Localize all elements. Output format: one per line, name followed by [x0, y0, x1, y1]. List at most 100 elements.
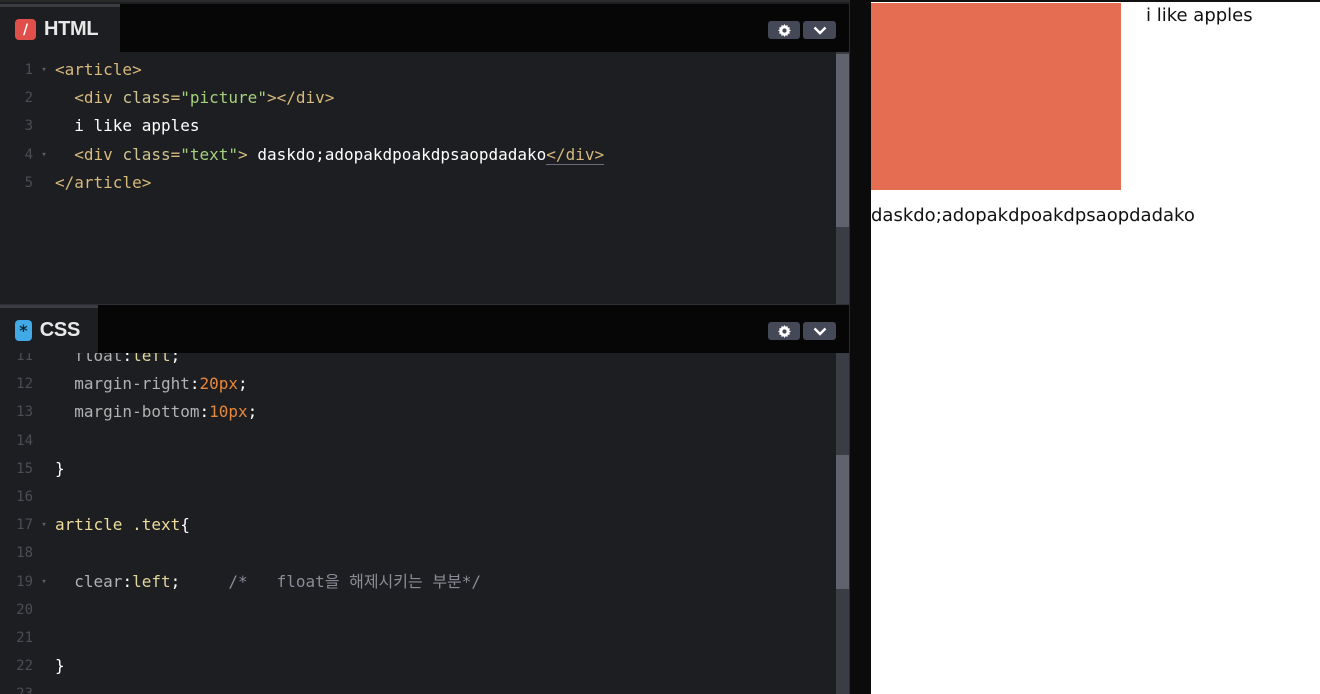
html-scrollbar-thumb[interactable] — [836, 54, 849, 227]
code-line[interactable]: 23 — [0, 680, 836, 694]
html-collapse-button[interactable] — [803, 21, 836, 39]
code-line[interactable]: 11 float:left; — [0, 353, 836, 370]
code-line[interactable]: 17 ▾ article .text{ — [0, 511, 836, 539]
css-settings-button[interactable] — [768, 322, 800, 340]
line-number: 4 — [24, 146, 33, 163]
code-line[interactable]: 22} — [0, 652, 836, 680]
code-line[interactable]: 1 ▾ <article> — [0, 56, 836, 84]
line-number: 15 — [16, 460, 33, 477]
code-line[interactable]: 14 — [0, 427, 836, 455]
code-token: 10px — [209, 402, 248, 422]
line-number: 13 — [16, 404, 33, 421]
line-number: 12 — [16, 376, 33, 393]
code-token: > — [238, 144, 258, 164]
code-line[interactable]: 21 — [0, 624, 836, 652]
chevron-down-icon — [813, 26, 826, 35]
fold-arrow-icon[interactable]: ▾ — [33, 141, 55, 169]
picture-box — [871, 3, 1121, 190]
code-line[interactable]: 20 — [0, 596, 836, 624]
css-panel-tab[interactable]: * CSS — [0, 305, 98, 353]
code-token: : — [189, 374, 200, 394]
code-token: ; — [247, 402, 258, 422]
css-code-editor[interactable]: 11 float:left; 12 margin-right:20px; 13 ma… — [0, 353, 836, 694]
code-token: daskdo;adopakdpoakdpsaopdadako — [257, 144, 547, 164]
code-text: margin-right:20px; — [55, 370, 247, 398]
chevron-down-icon — [813, 327, 826, 336]
code-line[interactable]: 15} — [0, 455, 836, 483]
line-number: 2 — [24, 90, 33, 107]
code-text: clear:left; /* float을 해제시키는 부분*/ — [55, 568, 481, 596]
resize-handle[interactable] — [849, 0, 871, 694]
code-line[interactable]: 13 margin-bottom:10px; — [0, 398, 836, 426]
css-panel-title: CSS — [39, 319, 81, 341]
code-line[interactable]: 2 <div class="picture"></div> — [0, 84, 836, 112]
html-settings-button[interactable] — [768, 21, 800, 39]
html-editor-panel: / HTML 1 ▾ <article> 2 <div class="picture"… — [0, 4, 850, 304]
html-code-editor[interactable]: 1 ▾ <article> 2 <div class="picture"></div>… — [0, 52, 836, 304]
gear-icon — [777, 23, 791, 37]
code-text: <article> — [55, 56, 142, 84]
fold-arrow-icon[interactable]: ▾ — [33, 511, 55, 539]
code-text: margin-bottom:10px; — [55, 398, 257, 426]
code-token: class — [122, 144, 171, 164]
code-line[interactable]: 18 — [0, 539, 836, 567]
preview-text-div: daskdo;adopakdpoakdpsaopdadako — [871, 205, 1195, 226]
code-text: } — [55, 652, 65, 680]
code-line[interactable]: 5 </article> — [0, 169, 836, 197]
code-text: float:left; — [55, 353, 180, 370]
line-number: 16 — [16, 488, 33, 505]
code-token: class — [122, 88, 171, 108]
html-panel-header: / HTML — [0, 4, 850, 52]
css-panel-header: * CSS — [0, 305, 850, 353]
line-number: 17 — [16, 517, 33, 534]
code-text: <div class="text"> daskdo;adopakdpoakdps… — [55, 141, 605, 169]
code-token: = — [170, 144, 181, 164]
code-token: left — [132, 353, 171, 365]
css-scrollbar-thumb[interactable] — [836, 455, 849, 589]
code-token: /* float을 해제시키는 부분*/ — [228, 571, 482, 591]
code-line[interactable]: 4 ▾ <div class="text"> daskdo;adopakdpoak… — [0, 141, 836, 169]
line-number: 20 — [16, 601, 33, 618]
fold-arrow-icon[interactable]: ▾ — [33, 568, 55, 596]
fold-arrow-icon[interactable]: ▾ — [33, 56, 55, 84]
code-token: margin-bottom — [74, 402, 200, 422]
line-number: 14 — [16, 432, 33, 449]
code-line[interactable]: 3 i like apples — [0, 112, 836, 140]
code-line[interactable]: 16 — [0, 483, 836, 511]
code-token: margin-right — [74, 374, 190, 394]
code-token: <article> — [55, 60, 142, 79]
code-line[interactable]: 12 margin-right:20px; — [0, 370, 836, 398]
html-panel-tab[interactable]: / HTML — [0, 4, 120, 52]
code-token: <div — [74, 144, 123, 164]
css-collapse-button[interactable] — [803, 322, 836, 340]
code-text: article .text{ — [55, 511, 190, 539]
code-token: "text" — [180, 144, 239, 164]
code-token: { — [180, 515, 190, 535]
code-token: : — [122, 571, 133, 591]
code-token: article .text — [55, 515, 181, 535]
code-token: ; — [170, 353, 181, 365]
code-line[interactable]: 19 ▾ clear:left; /* float을 해제시키는 부분*/ — [0, 568, 836, 596]
css-editor-panel: * CSS 11 float:left; 12 margin-right:20px… — [0, 304, 850, 694]
asterisk-icon: * — [15, 320, 32, 341]
code-token: i like apples — [74, 116, 200, 136]
code-token: clear — [74, 571, 123, 591]
code-token: ></div> — [266, 88, 335, 108]
result-preview: i like apples daskdo;adopakdpoakdpsaopda… — [871, 2, 1320, 694]
